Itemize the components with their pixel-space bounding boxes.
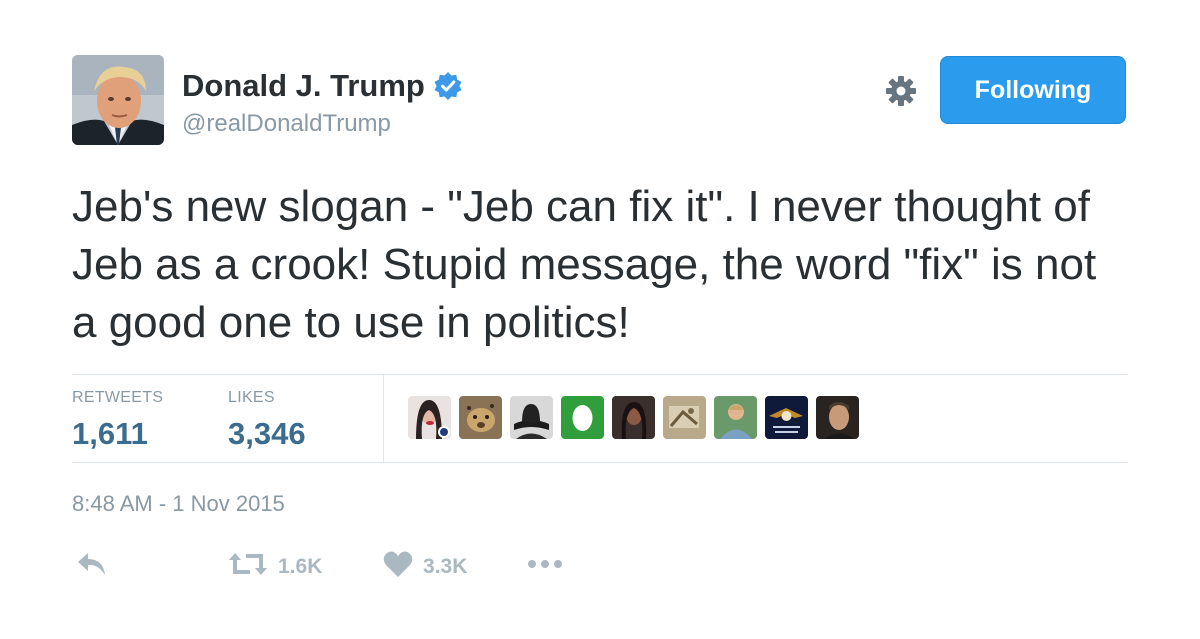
likes-label: LIKES [228, 389, 275, 406]
reply-icon [76, 550, 108, 583]
retweet-count: 1.6K [278, 554, 323, 578]
more-button[interactable] [526, 550, 566, 583]
stats-top-divider [72, 374, 1128, 375]
stats-separator [383, 375, 384, 462]
liker-avatar[interactable] [459, 396, 502, 439]
gear-icon[interactable] [884, 74, 918, 108]
author-avatar[interactable] [72, 55, 164, 145]
liker-avatar[interactable] [561, 396, 604, 439]
stats-bottom-divider [72, 462, 1128, 463]
likes-value: 3,346 [228, 416, 306, 451]
retweets-label: RETWEETS [72, 389, 164, 406]
like-count: 3.3K [423, 554, 468, 578]
heart-icon [383, 550, 413, 583]
author-handle[interactable]: @realDonaldTrump [182, 108, 391, 140]
retweets-stat[interactable]: RETWEETS 1,611 [72, 388, 163, 456]
verified-badge-icon [433, 71, 463, 101]
liker-avatar[interactable] [714, 396, 757, 439]
tweet-text: Jeb's new slogan - "Jeb can fix it". I n… [72, 182, 1097, 347]
liker-avatar[interactable] [612, 396, 655, 439]
liker-avatars [408, 396, 859, 439]
author-name[interactable]: Donald J. Trump [182, 66, 425, 106]
author-name-row[interactable]: Donald J. Trump [182, 66, 463, 106]
retweets-value: 1,611 [72, 416, 148, 451]
retweet-button[interactable]: 1.6K [228, 550, 322, 583]
retweet-icon [228, 550, 268, 583]
liker-avatar[interactable] [408, 396, 451, 439]
like-button[interactable]: 3.3K [383, 550, 467, 583]
liker-avatar[interactable] [816, 396, 859, 439]
author-avatar-image [72, 55, 164, 145]
more-icon [526, 550, 566, 583]
likes-stat[interactable]: LIKES 3,346 [228, 388, 306, 456]
tweet-timestamp[interactable]: 8:48 AM - 1 Nov 2015 [72, 489, 285, 519]
following-button[interactable]: Following [940, 56, 1126, 124]
liker-avatar[interactable] [765, 396, 808, 439]
liker-avatar[interactable] [663, 396, 706, 439]
reply-button[interactable] [76, 550, 108, 583]
liker-avatar[interactable] [510, 396, 553, 439]
